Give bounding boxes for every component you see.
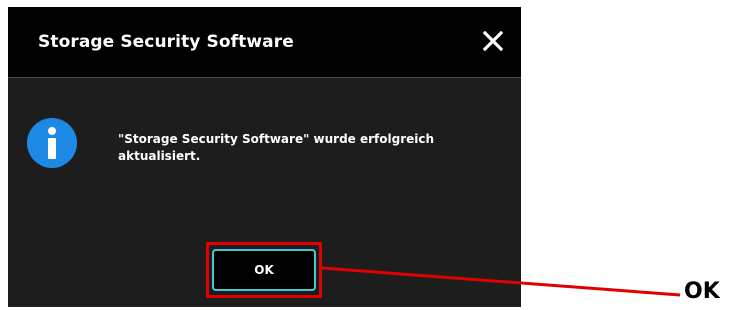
message-line-1: "Storage Security Software" wurde erfolg…: [118, 132, 435, 146]
dialog-title: Storage Security Software: [38, 32, 294, 52]
info-icon: [27, 118, 77, 168]
dialog-titlebar: Storage Security Software: [8, 7, 521, 78]
message-line-2: aktualisiert.: [118, 149, 201, 163]
callout-label: OK: [684, 279, 720, 304]
screenshot-stage: Storage Security Software "Storage Secur…: [0, 0, 729, 310]
dialog-message: "Storage Security Software" wurde erfolg…: [118, 131, 478, 165]
update-success-dialog: Storage Security Software "Storage Secur…: [8, 7, 521, 307]
close-icon[interactable]: [481, 29, 505, 53]
ok-button[interactable]: OK: [212, 249, 316, 291]
